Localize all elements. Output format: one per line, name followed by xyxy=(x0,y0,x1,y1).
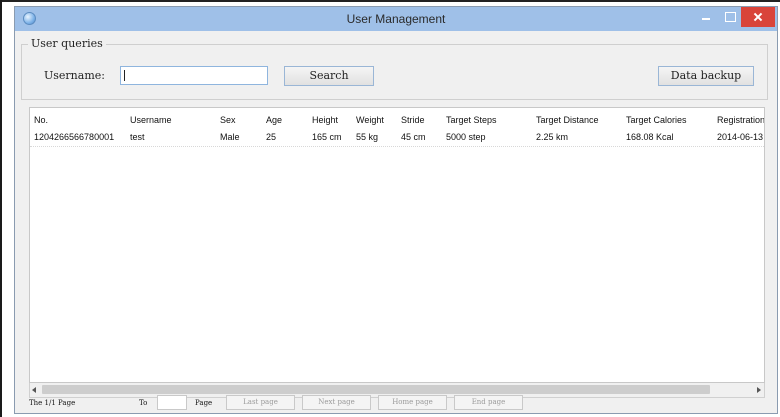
col-header-height[interactable]: Height xyxy=(312,113,338,127)
col-header-username[interactable]: Username xyxy=(130,113,172,127)
col-header-no[interactable]: No. xyxy=(34,113,48,127)
last-page-button[interactable]: Last page xyxy=(226,395,295,410)
next-page-button[interactable]: Next page xyxy=(302,395,371,410)
home-page-button[interactable]: Home page xyxy=(378,395,447,410)
screen-top-edge xyxy=(0,0,780,2)
page-label: Page xyxy=(195,399,213,407)
cell-age: 25 xyxy=(266,132,277,142)
col-header-age[interactable]: Age xyxy=(266,113,282,127)
col-header-weight[interactable]: Weight xyxy=(356,113,384,127)
users-table: No. Username Sex Age Height Weight Strid… xyxy=(29,107,765,383)
table-header: No. Username Sex Age Height Weight Strid… xyxy=(30,113,764,129)
minimize-button[interactable] xyxy=(693,7,719,27)
cell-target-steps: 5000 step xyxy=(446,132,486,142)
cell-no: 1204266566780001 xyxy=(34,132,115,142)
cell-registration-time: 2014-06-13 10 xyxy=(717,132,764,142)
col-header-stride[interactable]: Stride xyxy=(401,113,425,127)
cell-stride: 45 cm xyxy=(401,132,426,142)
screen-left-edge xyxy=(0,0,2,417)
goto-label: To xyxy=(139,399,148,407)
col-header-target-calories[interactable]: Target Calories xyxy=(626,113,687,127)
end-page-button[interactable]: End page xyxy=(454,395,523,410)
window-title: User Management xyxy=(346,12,446,26)
pagination-bar: The 1/1 Page To Page Last page Next page… xyxy=(15,393,777,413)
user-queries-group: User queries Username: Search Data backu… xyxy=(21,37,768,100)
page-info: The 1/1 Page xyxy=(29,399,76,407)
username-label: Username: xyxy=(44,69,105,82)
user-management-window: User Management User queries Username: S… xyxy=(14,6,778,414)
col-header-target-steps[interactable]: Target Steps xyxy=(446,113,497,127)
search-button[interactable]: Search xyxy=(284,66,374,86)
cell-weight: 55 kg xyxy=(356,132,379,142)
cell-target-distance: 2.25 km xyxy=(536,132,569,142)
cell-sex: Male xyxy=(220,132,240,142)
cell-height: 165 cm xyxy=(312,132,342,142)
data-backup-button[interactable]: Data backup xyxy=(658,66,754,86)
text-caret xyxy=(124,70,125,81)
username-input[interactable] xyxy=(120,66,268,85)
cell-target-calories: 168.08 Kcal xyxy=(626,132,674,142)
close-button[interactable] xyxy=(741,7,775,27)
maximize-button[interactable] xyxy=(719,7,741,27)
col-header-target-distance[interactable]: Target Distance xyxy=(536,113,599,127)
table-row[interactable]: 1204266566780001 test Male 25 165 cm 55 … xyxy=(30,130,764,147)
col-header-registration-time[interactable]: Registration T xyxy=(717,113,764,127)
goto-page-input[interactable] xyxy=(157,395,187,410)
col-header-sex[interactable]: Sex xyxy=(220,113,236,127)
group-title: User queries xyxy=(28,37,106,50)
cell-username: test xyxy=(130,132,145,142)
title-bar[interactable]: User Management xyxy=(15,7,777,31)
